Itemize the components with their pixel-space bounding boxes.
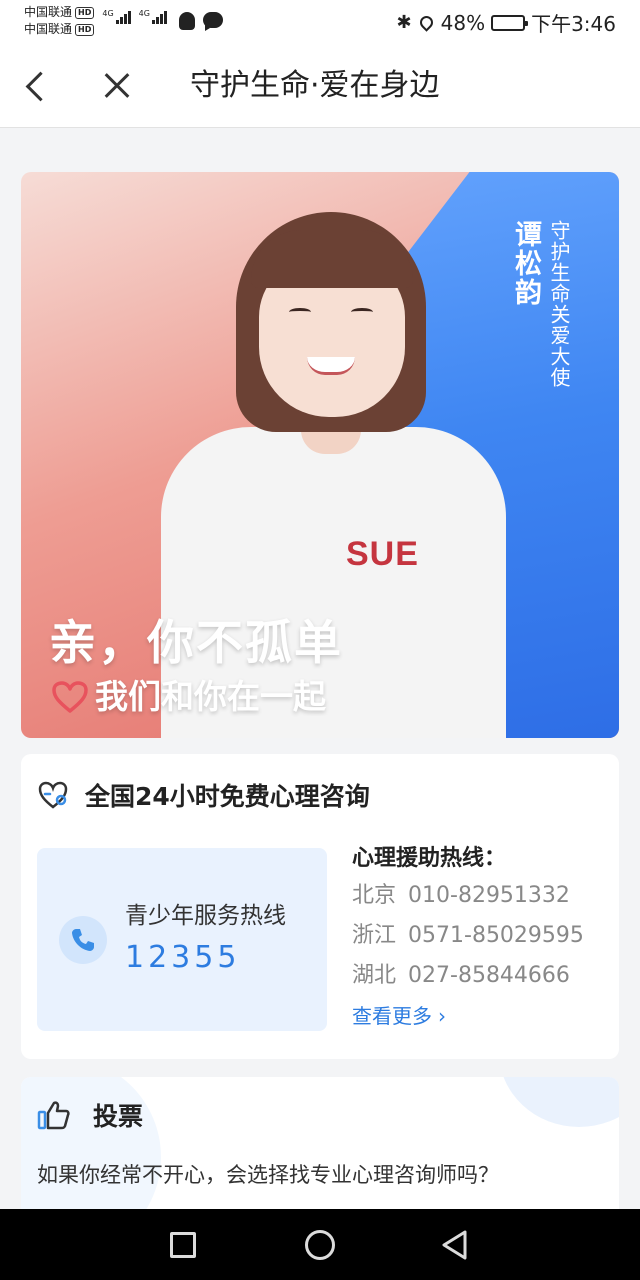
vote-header: 投票 — [37, 1099, 143, 1135]
close-button[interactable] — [98, 66, 138, 106]
vote-title: 投票 — [93, 1102, 144, 1131]
vote-question: 如果你经常不开心，会选择找专业心理咨询师吗？ — [37, 1163, 499, 1187]
status-left: 中国联通 HD 中国联通 HD 4G 4G — [24, 4, 223, 38]
clock: 下午3:46 — [531, 12, 616, 36]
phone-icon — [59, 916, 107, 964]
hotline-region: 北京 — [352, 883, 397, 908]
hd-badge: HD — [75, 6, 95, 19]
location-icon — [416, 13, 436, 32]
carrier-row-2: 中国联通 HD — [24, 21, 95, 38]
youth-hotline-button[interactable]: 青少年服务热线 12355 — [37, 848, 327, 1031]
hotline-number: 027-85844666 — [408, 963, 570, 988]
message-icon — [202, 12, 223, 31]
recent-apps-button[interactable] — [170, 1232, 196, 1258]
network-type-label: 4G — [138, 9, 150, 18]
assist-hotline-title: 心理援助热线： — [352, 846, 507, 871]
ambassador-role: 守护生命关爱大使 — [547, 220, 571, 388]
carrier-list: 中国联通 HD 中国联通 HD — [24, 4, 95, 38]
status-bar: 中国联通 HD 中国联通 HD 4G 4G ✱ 48% 下午3:46 — [0, 0, 640, 44]
sub-slogan-text: 我们和你在一起 — [95, 677, 326, 716]
carrier-row-1: 中国联通 HD — [24, 4, 95, 21]
thumbs-up-icon — [37, 1099, 71, 1135]
hotline-number: 010-82951332 — [408, 883, 570, 908]
battery-icon — [491, 14, 529, 31]
battery-percent: 48% — [440, 10, 486, 35]
assist-hotline-list: 心理援助热线： 北京 010-82951332 浙江 0571-85029595… — [352, 842, 584, 1036]
view-more-link[interactable]: 查看更多 › — [352, 996, 584, 1036]
hotline-card: 全国24小时免费心理咨询 青少年服务热线 12355 心理援助热线： 北京 01… — [21, 754, 619, 1059]
hotline-number: 0571-85029595 — [408, 923, 584, 948]
bluetooth-icon: ✱ — [396, 12, 412, 33]
banner-sub-slogan: 我们和你在一起 — [51, 677, 326, 717]
youth-hotline-number: 12355 — [125, 940, 241, 975]
notification-icons — [178, 12, 223, 31]
status-right: ✱ 48% 下午3:46 — [397, 8, 616, 37]
left-eye — [289, 308, 311, 316]
hd-badge: HD — [75, 23, 95, 36]
assist-hotline-row[interactable]: 北京 010-82951332 — [352, 876, 584, 916]
ambassador-banner[interactable]: SUE 谭松韵 守护生命关爱大使 亲，你不孤单 我们和你在一起 — [21, 172, 619, 738]
chevron-right-icon: › — [438, 1004, 446, 1028]
right-eye — [351, 308, 373, 316]
heart-chat-icon — [37, 780, 69, 814]
system-nav-bar — [0, 1209, 640, 1280]
heart-icon — [51, 680, 89, 714]
assist-hotline-row[interactable]: 浙江 0571-85029595 — [352, 916, 584, 956]
banner-slogan: 亲，你不孤单 — [49, 616, 343, 671]
carrier-name: 中国联通 — [24, 22, 73, 36]
view-more-label: 查看更多 — [352, 1004, 432, 1028]
decorative-circle — [499, 1077, 619, 1127]
back-button[interactable] — [18, 66, 58, 106]
hotline-region: 湖北 — [352, 963, 397, 988]
signal-2-icon: 4G — [139, 4, 167, 30]
top-nav-bar: 守护生命·爱在身边 — [0, 44, 640, 128]
carrier-name: 中国联通 — [24, 5, 73, 19]
qq-icon — [178, 12, 195, 30]
assist-hotline-row[interactable]: 湖北 027-85844666 — [352, 956, 584, 996]
vote-card: 投票 如果你经常不开心，会选择找专业心理咨询师吗？ — [21, 1077, 619, 1227]
hotline-title: 全国24小时免费心理咨询 — [85, 782, 370, 811]
hotline-region: 浙江 — [352, 923, 397, 948]
shirt-logo-text: SUE — [346, 535, 419, 573]
ambassador-name: 谭松韵 — [510, 220, 541, 307]
hotline-header: 全国24小时免费心理咨询 — [37, 780, 370, 814]
bangs — [251, 230, 413, 288]
signal-1-icon: 4G — [102, 4, 131, 30]
network-type-label: 4G — [102, 9, 114, 18]
youth-hotline-label: 青少年服务热线 — [125, 903, 286, 929]
page-title: 守护生命·爱在身边 — [190, 68, 440, 103]
home-button[interactable] — [305, 1230, 335, 1260]
system-back-button[interactable] — [440, 1229, 470, 1261]
